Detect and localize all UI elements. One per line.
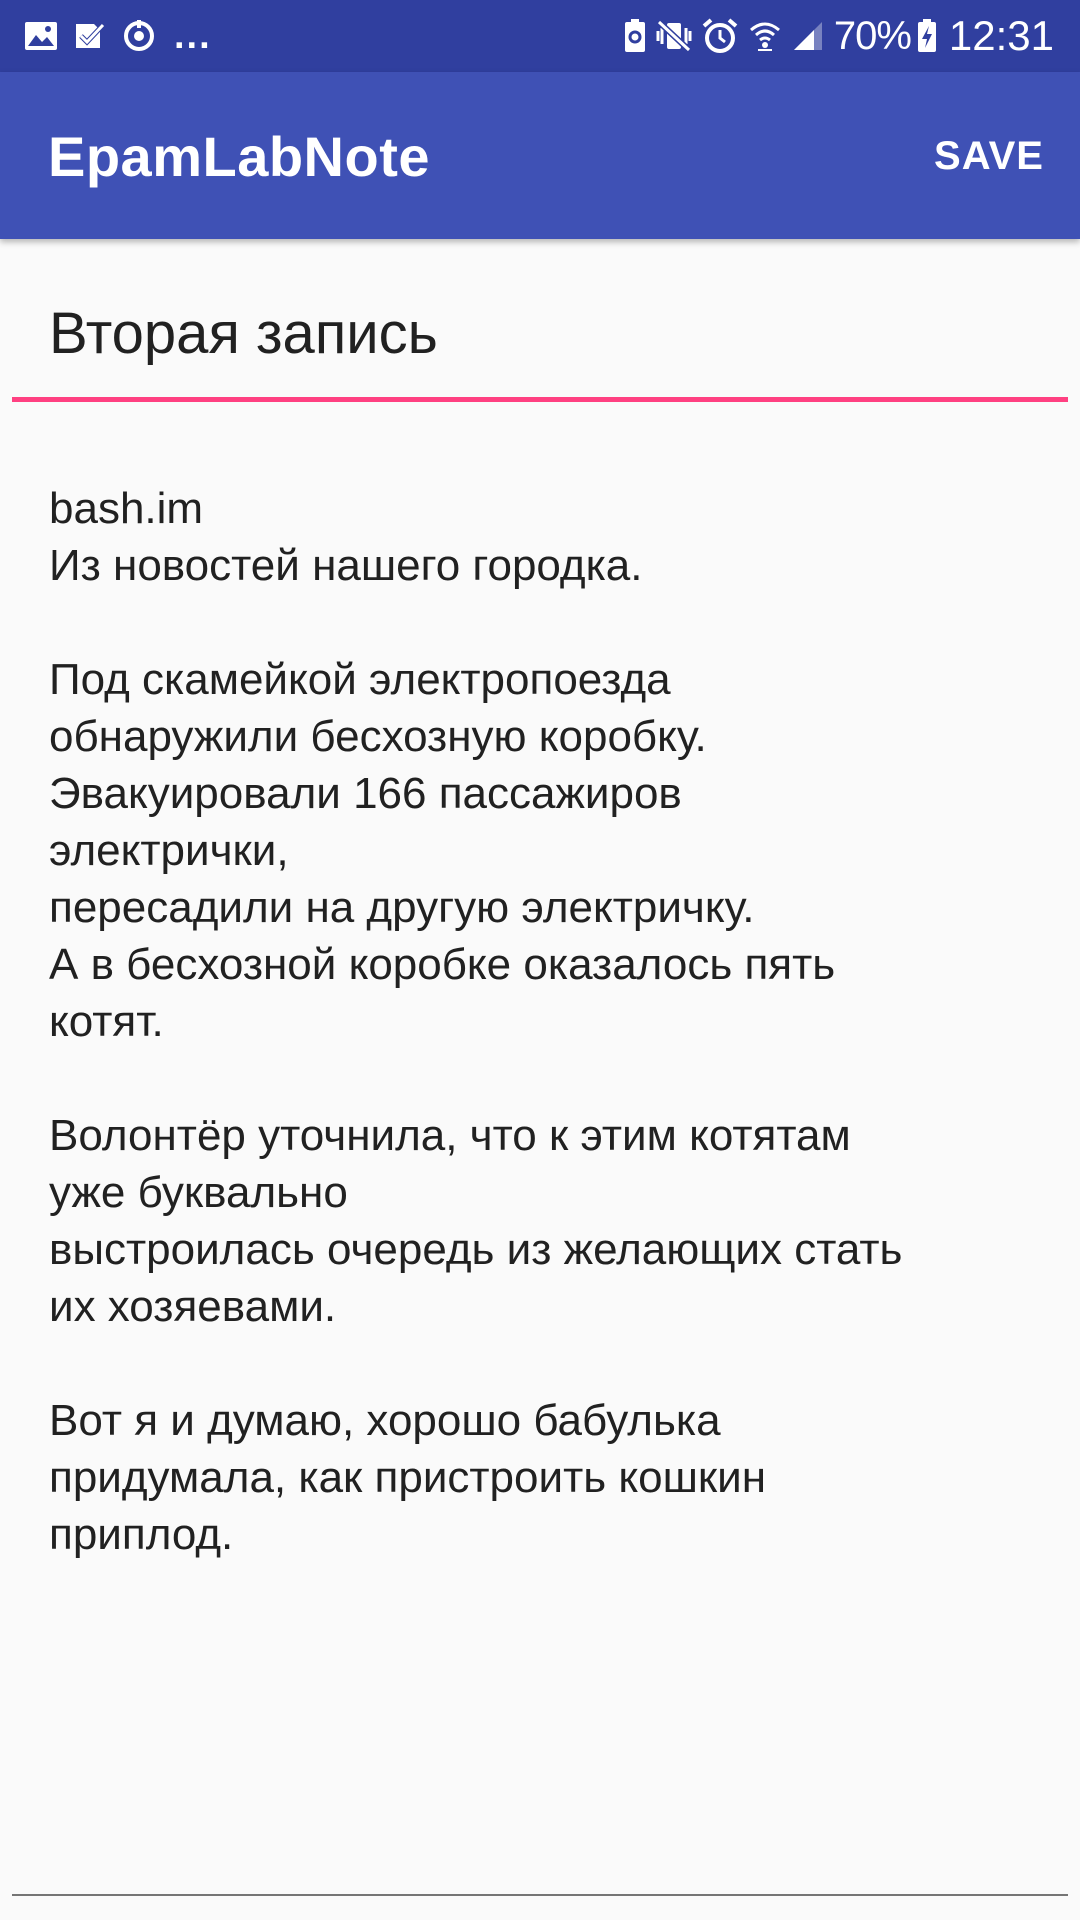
app-title: EpamLabNote xyxy=(48,125,430,188)
more-notifications-indicator: ... xyxy=(174,15,212,57)
sync-icon xyxy=(122,19,156,53)
battery-charging-icon xyxy=(917,19,937,53)
status-bar: ... 70% 12:31 xyxy=(0,0,1080,72)
task-check-icon xyxy=(74,20,106,52)
battery-percent: 70% xyxy=(833,13,912,58)
status-time: 12:31 xyxy=(948,12,1054,59)
note-title-text: Вторая запись xyxy=(49,301,438,366)
note-body-text: bash.im Из новостей нашего городка. Под … xyxy=(49,484,903,1559)
status-bar-right: 70% 12:31 xyxy=(624,12,1054,60)
battery-saver-icon xyxy=(624,19,646,53)
note-body-field[interactable]: bash.im Из новостей нашего городка. Под … xyxy=(12,470,1068,1896)
status-bar-left: ... xyxy=(24,17,212,55)
wifi-icon xyxy=(748,19,782,53)
save-button[interactable]: SAVE xyxy=(934,134,1044,179)
vibrate-mute-icon xyxy=(656,19,692,53)
signal-icon xyxy=(792,20,824,52)
note-title-field[interactable]: Вторая запись xyxy=(12,270,1068,402)
alarm-icon xyxy=(702,18,738,54)
image-icon xyxy=(24,21,58,51)
app-bar: EpamLabNote SAVE xyxy=(0,72,1080,239)
